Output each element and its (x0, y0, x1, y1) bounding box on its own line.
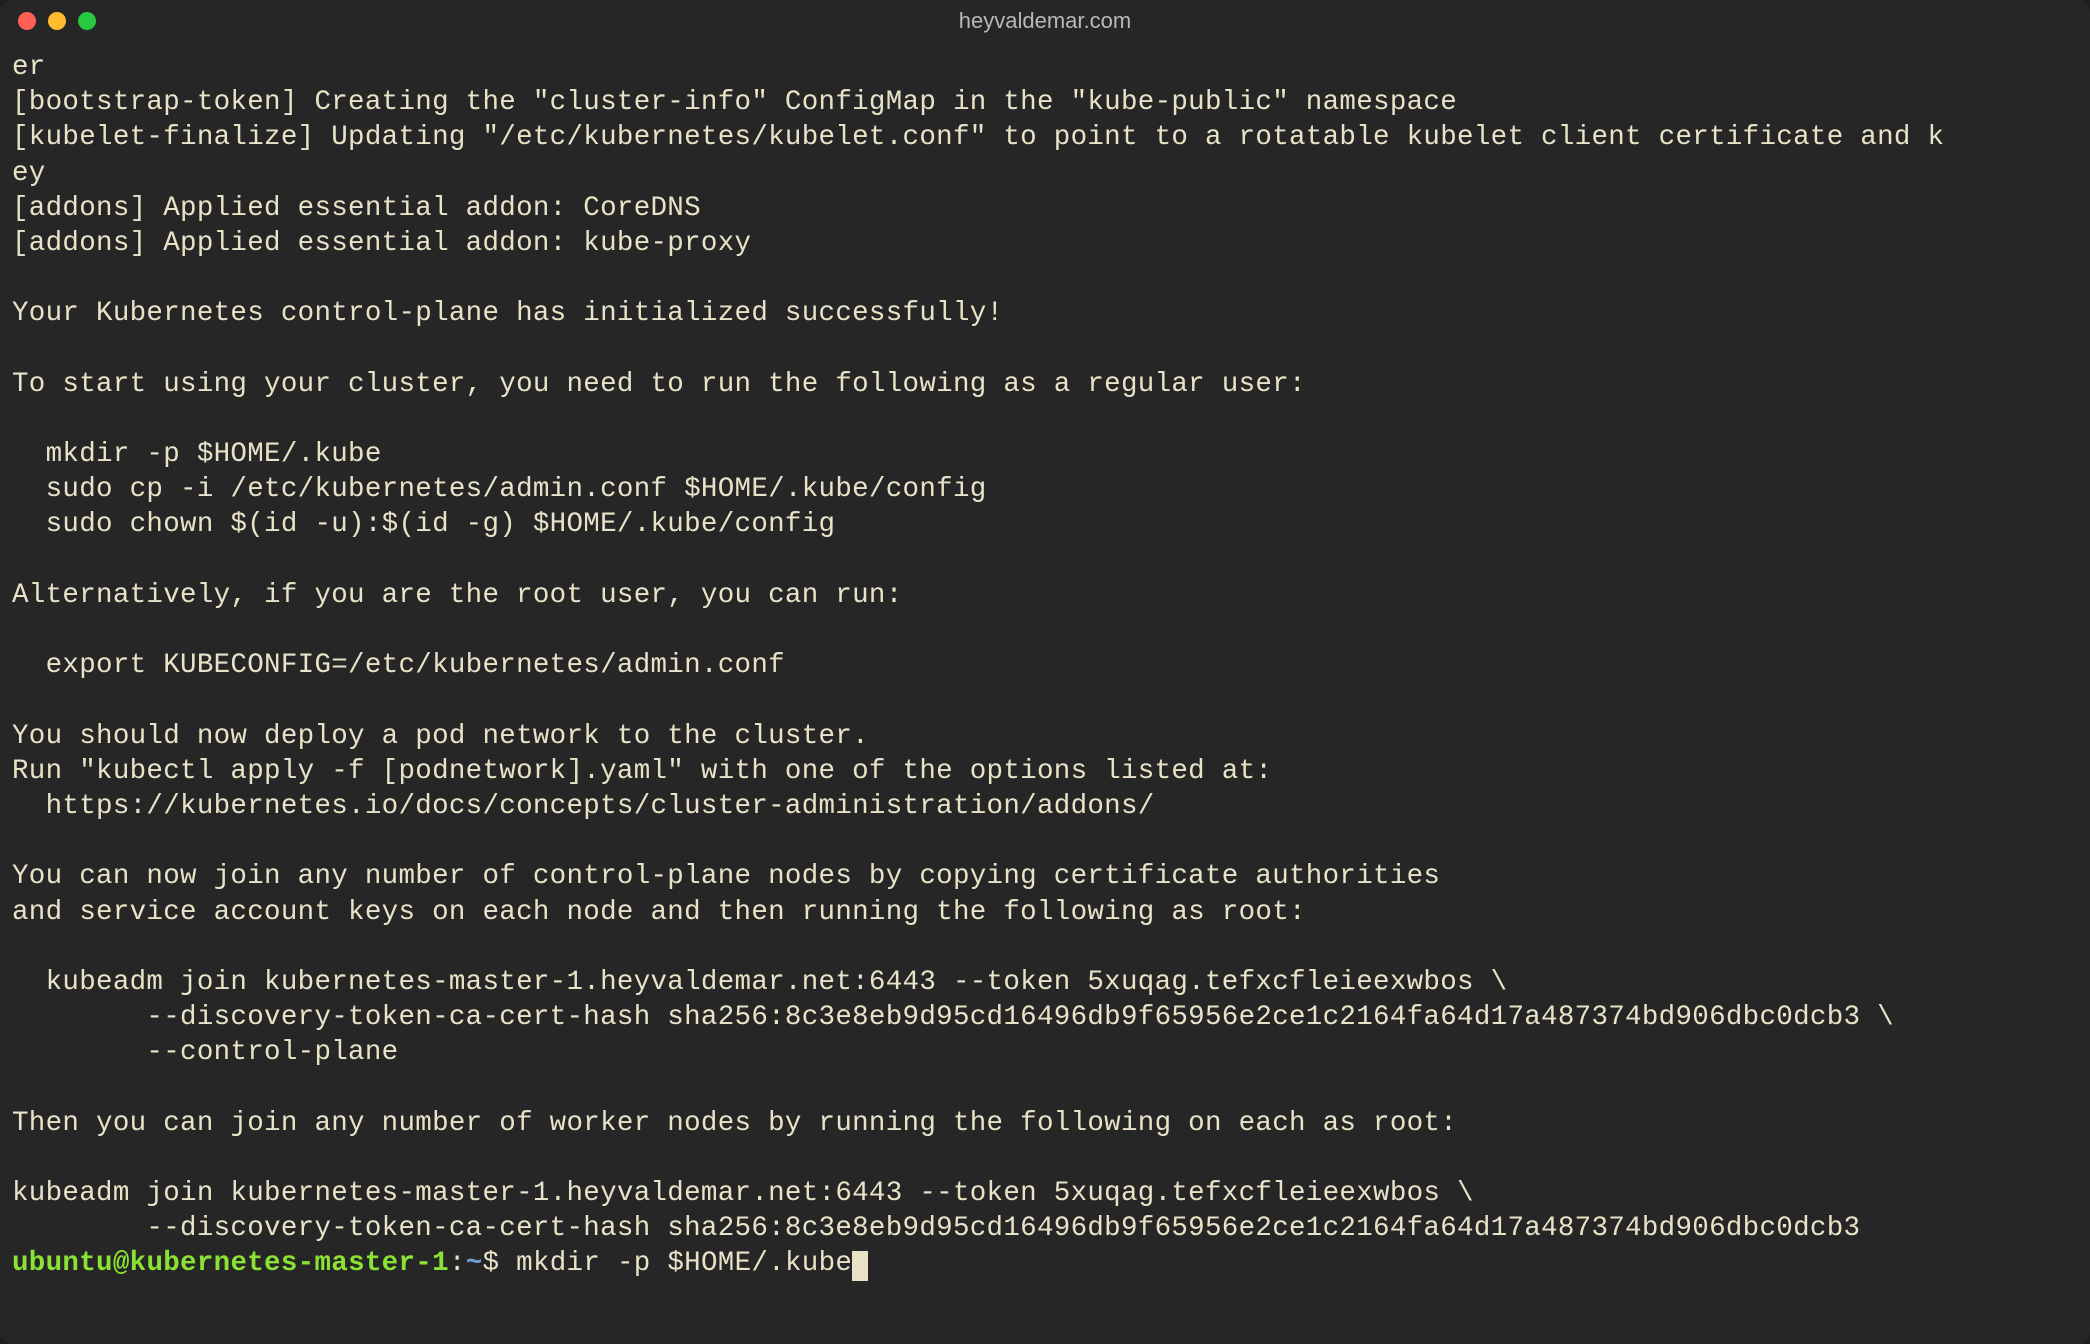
terminal-body[interactable]: er [bootstrap-token] Creating the "clust… (0, 42, 2090, 1344)
prompt-colon: : (449, 1248, 466, 1279)
traffic-lights (18, 12, 96, 30)
close-icon[interactable] (18, 12, 36, 30)
window-title: heyvaldemar.com (959, 8, 1131, 34)
cursor-icon (852, 1251, 868, 1281)
minimize-icon[interactable] (48, 12, 66, 30)
prompt-command[interactable]: mkdir -p $HOME/.kube (516, 1248, 852, 1279)
terminal-output: er [bootstrap-token] Creating the "clust… (12, 52, 1944, 1244)
prompt-path: ~ (466, 1248, 483, 1279)
prompt-host: kubernetes-master-1 (130, 1248, 449, 1279)
titlebar: heyvaldemar.com (0, 0, 2090, 42)
prompt-user: ubuntu (12, 1248, 113, 1279)
maximize-icon[interactable] (78, 12, 96, 30)
prompt-dollar: $ (483, 1248, 517, 1279)
prompt-at: @ (113, 1248, 130, 1279)
terminal-window: heyvaldemar.com er [bootstrap-token] Cre… (0, 0, 2090, 1344)
